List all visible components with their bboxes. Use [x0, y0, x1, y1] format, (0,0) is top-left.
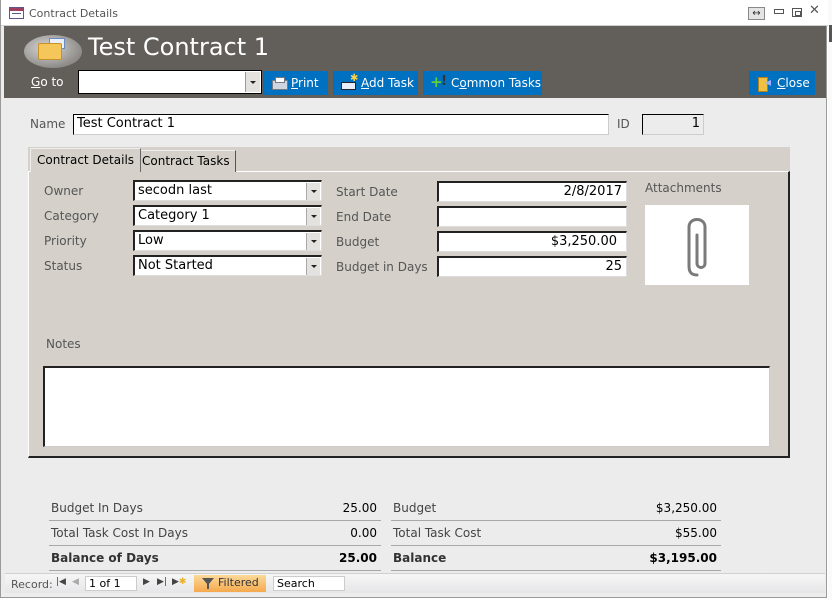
summary-row: Total Task Cost In Days 0.00 — [49, 521, 381, 546]
attachments-field[interactable] — [645, 205, 749, 285]
close-window-button[interactable]: ✕ — [809, 4, 820, 17]
owner-value: secodn last — [138, 183, 212, 198]
close-button[interactable]: Close — [749, 71, 815, 95]
tab-contract-details[interactable]: Contract Details — [30, 148, 142, 172]
form-header: Test Contract 1 Go to Print Add Task Com… — [4, 26, 826, 98]
maximize-button[interactable] — [792, 8, 802, 17]
common-tasks-label: Common Tasks — [451, 76, 542, 90]
summary-row: Budget $3,250.00 — [391, 496, 721, 521]
print-label: Print — [291, 76, 319, 90]
minimize-button[interactable] — [774, 9, 784, 14]
funnel-icon — [202, 578, 214, 589]
print-button[interactable]: Print — [263, 71, 328, 95]
category-value: Category 1 — [138, 208, 210, 223]
summary-value: $3,250.00 — [655, 501, 717, 515]
add-task-icon — [340, 73, 358, 90]
search-input[interactable]: Search — [273, 576, 345, 591]
summary-row: Total Task Cost $55.00 — [391, 521, 721, 546]
form-icon — [9, 7, 24, 19]
last-record-button[interactable]: ▶| — [157, 577, 167, 587]
summary-value: 25.00 — [339, 551, 377, 565]
budget-field[interactable]: $3,250.00 — [437, 231, 627, 252]
filter-label: Filtered — [218, 576, 259, 589]
summary-label: Budget In Days — [51, 501, 143, 515]
start-date-field[interactable]: 2/8/2017 — [437, 181, 627, 202]
summary-label: Balance of Days — [51, 551, 159, 565]
add-task-label: Add Task — [361, 76, 414, 90]
contract-folder-icon — [24, 35, 82, 68]
notes-label: Notes — [46, 337, 81, 351]
tab-contract-tasks[interactable]: Contract Tasks — [136, 150, 236, 172]
chevron-down-icon[interactable] — [306, 258, 320, 275]
summary-value: $55.00 — [675, 526, 717, 540]
end-date-label: End Date — [336, 210, 392, 224]
name-field[interactable]: Test Contract 1 — [73, 114, 609, 135]
priority-label: Priority — [44, 234, 87, 248]
scrollbar[interactable] — [828, 0, 832, 600]
exit-door-icon — [756, 75, 774, 92]
summary-label: Total Task Cost In Days — [51, 526, 188, 540]
priority-value: Low — [138, 233, 164, 248]
summary-label: Balance — [393, 551, 447, 565]
paperclip-icon — [687, 218, 707, 277]
start-date-label: Start Date — [336, 185, 398, 199]
summary-row: Balance of Days 25.00 — [49, 546, 381, 571]
notes-field[interactable] — [43, 366, 770, 447]
summary-row: Balance $3,195.00 — [391, 546, 721, 571]
chevron-down-icon[interactable] — [245, 72, 260, 92]
summary-value: 0.00 — [350, 526, 377, 540]
category-label: Category — [44, 209, 99, 223]
id-label: ID — [617, 117, 630, 131]
summary-row: Budget In Days 25.00 — [49, 496, 381, 521]
chevron-down-icon[interactable] — [306, 208, 320, 225]
add-task-button[interactable]: Add Task — [333, 71, 418, 95]
window-title: Contract Details — [29, 7, 118, 20]
new-record-button[interactable]: ▶✱ — [172, 577, 186, 587]
common-tasks-icon — [430, 73, 448, 91]
filter-toggle-button[interactable]: Filtered — [194, 575, 266, 592]
goto-label-text: o to — [40, 75, 64, 89]
summary-label: Total Task Cost — [393, 526, 482, 540]
goto-combobox[interactable] — [78, 70, 262, 94]
resize-icon[interactable]: ↔ — [748, 7, 765, 20]
status-value: Not Started — [138, 258, 213, 273]
owner-label: Owner — [44, 184, 84, 198]
owner-combobox[interactable]: secodn last — [133, 180, 322, 201]
common-tasks-button[interactable]: Common Tasks — [423, 71, 542, 95]
record-label: Record: — [11, 578, 53, 591]
status-combobox[interactable]: Not Started — [133, 255, 322, 276]
summary-value: $3,195.00 — [649, 551, 717, 565]
chevron-down-icon[interactable] — [306, 233, 320, 250]
folder-icon — [38, 43, 62, 60]
close-label: Close — [777, 76, 810, 90]
first-record-button[interactable]: |◀ — [56, 577, 66, 587]
id-field: 1 — [642, 114, 704, 135]
window-titlebar: Contract Details ↔ ✕ — [1, 0, 828, 26]
form-title: Test Contract 1 — [88, 33, 270, 61]
summary-value: 25.00 — [342, 501, 377, 515]
record-navigation-bar: Record: |◀ ◀ 1 of 1 ▶ ▶| ▶✱ Filtered Sea… — [5, 573, 825, 593]
current-record-field[interactable]: 1 of 1 — [85, 576, 137, 591]
goto-label: Go to — [31, 75, 64, 89]
budget-days-field[interactable]: 25 — [437, 256, 627, 277]
previous-record-button[interactable]: ◀ — [72, 577, 79, 587]
attachments-label: Attachments — [645, 181, 722, 195]
priority-combobox[interactable]: Low — [133, 230, 322, 251]
summary-label: Budget — [393, 501, 437, 515]
chevron-down-icon[interactable] — [306, 183, 320, 200]
printer-icon — [270, 76, 288, 90]
status-label: Status — [44, 259, 83, 273]
category-combobox[interactable]: Category 1 — [133, 205, 322, 226]
budget-label: Budget — [336, 235, 380, 249]
goto-access-key: G — [31, 75, 41, 89]
contract-details-window: Contract Details ↔ ✕ Test Contract 1 Go … — [0, 0, 828, 598]
budget-days-label: Budget in Days — [336, 260, 428, 274]
end-date-field[interactable] — [437, 206, 627, 227]
name-label: Name — [30, 117, 66, 131]
next-record-button[interactable]: ▶ — [143, 577, 150, 587]
